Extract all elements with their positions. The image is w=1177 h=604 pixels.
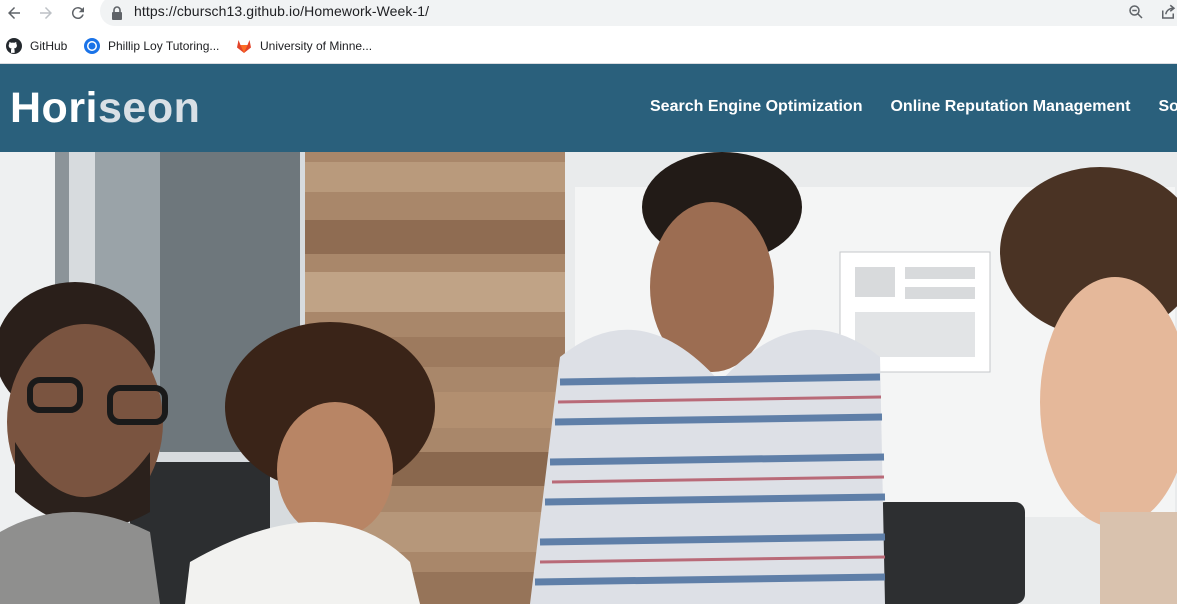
bookmark-tutoring[interactable]: Phillip Loy Tutoring... (84, 37, 219, 55)
bookmarks-bar: GitHub Phillip Loy Tutoring... Universit… (0, 30, 1177, 60)
main-nav: Search Engine Optimization Online Reputa… (650, 98, 1177, 116)
back-arrow-icon[interactable] (3, 2, 25, 24)
address-bar[interactable]: https://cbursch13.github.io/Homework-Wee… (100, 0, 1177, 26)
logo-text-primary: Hori (10, 84, 98, 132)
bookmark-label: University of Minne... (260, 39, 373, 53)
bookmark-label: Phillip Loy Tutoring... (108, 39, 220, 53)
hero-image (0, 152, 1177, 604)
bookmark-university[interactable]: University of Minne... (236, 37, 372, 55)
nav-link-reputation[interactable]: Online Reputation Management (890, 98, 1130, 116)
site-logo[interactable]: Horiseon (10, 84, 200, 133)
browser-toolbar: https://cbursch13.github.io/Homework-Wee… (0, 0, 1177, 26)
bookmark-github[interactable]: GitHub (6, 37, 67, 55)
tutoring-icon (84, 38, 100, 54)
hero-photo (0, 152, 1177, 604)
bookmark-label: GitHub (30, 39, 68, 53)
nav-link-social[interactable]: Social Media Marketing (1159, 98, 1177, 116)
github-icon (6, 38, 22, 54)
reload-icon[interactable] (67, 2, 89, 24)
lock-icon[interactable] (111, 6, 123, 20)
zoom-icon[interactable] (1127, 3, 1145, 21)
gitlab-icon (237, 40, 251, 53)
browser-chrome: https://cbursch13.github.io/Homework-Wee… (0, 0, 1177, 64)
logo-text-accent: seon (98, 84, 201, 132)
url-text: https://cbursch13.github.io/Homework-Wee… (134, 3, 430, 19)
nav-link-seo[interactable]: Search Engine Optimization (650, 98, 862, 116)
site-header: Horiseon Search Engine Optimization Onli… (0, 64, 1177, 152)
share-icon[interactable] (1159, 3, 1177, 21)
forward-arrow-icon[interactable] (35, 2, 57, 24)
